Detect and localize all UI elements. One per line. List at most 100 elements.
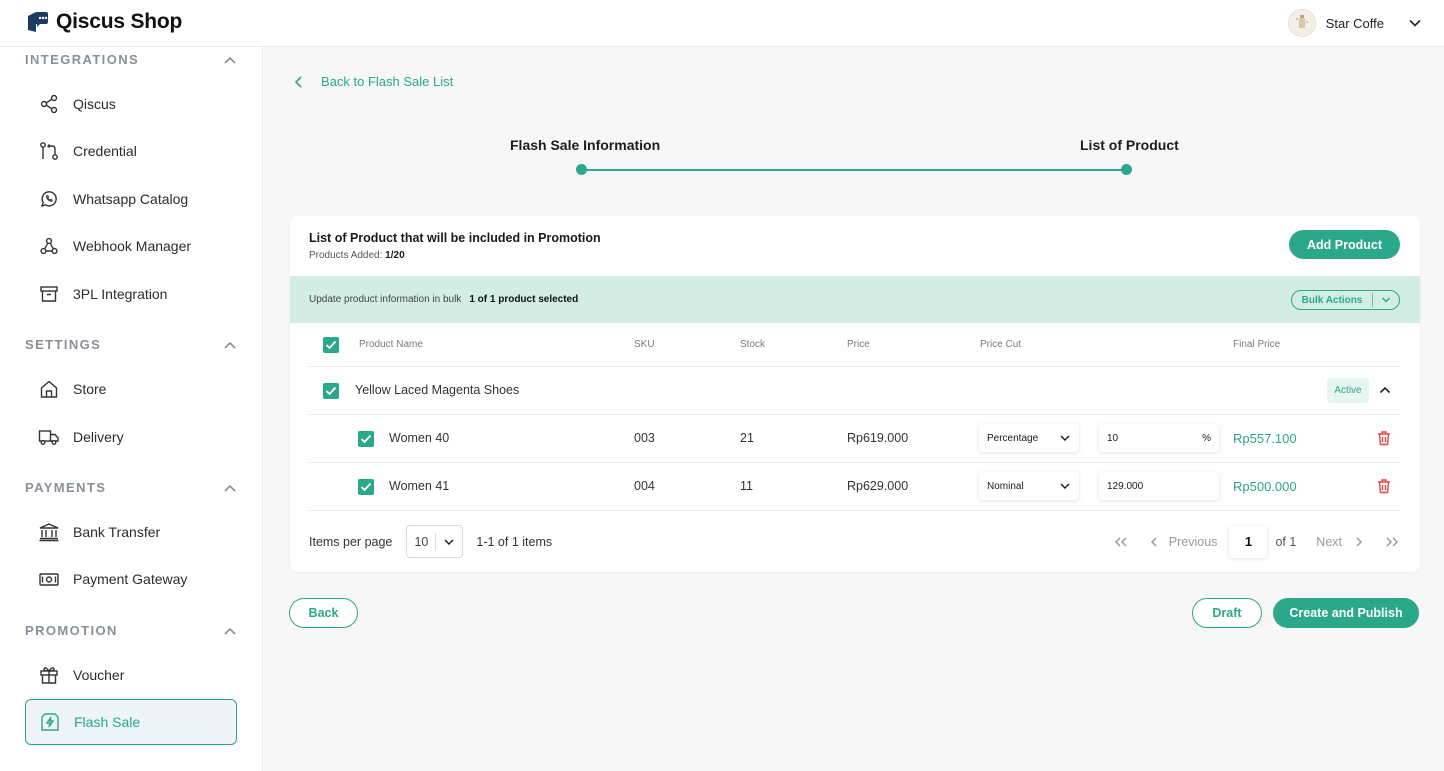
sidebar: INTEGRATIONS Qiscus Credential Whatsapp … — [0, 47, 263, 771]
divider — [309, 414, 1400, 415]
chevron-up-icon[interactable] — [223, 340, 237, 350]
products-added: Products Added: 1/20 — [309, 250, 405, 261]
variant-price: Rp619.000 — [847, 431, 909, 445]
variant-price: Rp629.000 — [847, 479, 909, 493]
pagination-left: Items per page 10 1-1 of 1 items — [309, 525, 552, 558]
price-cut-suffix: % — [1202, 432, 1211, 444]
variant-final-price: Rp557.100 — [1233, 431, 1297, 446]
chevron-left-icon — [1149, 536, 1159, 548]
chevron-down-icon — [1059, 434, 1071, 442]
brand-name: Qiscus Shop — [56, 10, 183, 33]
section-title: INTEGRATIONS — [25, 52, 140, 67]
step-dot — [1121, 164, 1132, 175]
sidebar-item-label: Voucher — [73, 667, 125, 683]
first-page-icon[interactable] — [1113, 536, 1129, 548]
section-payments[interactable]: PAYMENTS — [25, 480, 237, 495]
archive-box-icon — [38, 283, 60, 305]
section-title: PAYMENTS — [25, 480, 107, 495]
section-promotion[interactable]: PROMOTION — [25, 623, 237, 638]
trash-icon[interactable] — [1376, 430, 1392, 446]
variant-checkbox[interactable] — [358, 479, 374, 495]
sidebar-item-label: Qiscus — [73, 96, 116, 112]
chevron-down-icon — [1373, 296, 1399, 304]
sidebar-item-whatsapp-catalog[interactable]: Whatsapp Catalog — [25, 176, 237, 222]
back-to-list-link[interactable]: Back to Flash Sale List — [293, 74, 453, 89]
whatsapp-icon — [38, 188, 60, 210]
stepper-line — [581, 169, 1127, 171]
variant-name: Women 40 — [389, 431, 450, 445]
sidebar-item-label: Payment Gateway — [73, 571, 188, 587]
sidebar-item-label: Store — [73, 381, 107, 397]
chevron-down-icon[interactable] — [1408, 16, 1422, 30]
last-page-icon[interactable] — [1384, 536, 1400, 548]
variant-checkbox[interactable] — [358, 431, 374, 447]
section-settings[interactable]: SETTINGS — [25, 337, 237, 352]
section-integrations[interactable]: INTEGRATIONS — [25, 52, 237, 67]
top-bar: Qiscus Shop Star Coffe — [0, 0, 1444, 47]
variant-name: Women 41 — [389, 479, 450, 493]
chevron-up-icon[interactable] — [223, 626, 237, 636]
sidebar-item-label: Credential — [73, 143, 137, 159]
user-menu[interactable]: Star Coffe — [1287, 9, 1422, 37]
bulk-update-text: Update product information in bulk — [309, 294, 462, 305]
chevron-up-icon[interactable] — [1378, 384, 1392, 396]
sidebar-item-flash-sale[interactable]: Flash Sale — [25, 699, 237, 745]
price-cut-type-select[interactable]: Percentage — [979, 424, 1079, 452]
sidebar-item-label: 3PL Integration — [73, 286, 168, 302]
chevron-left-icon — [293, 75, 305, 89]
sidebar-item-delivery[interactable]: Delivery — [25, 414, 237, 460]
step-flash-sale-information[interactable]: Flash Sale Information — [510, 137, 660, 153]
sidebar-item-bank-transfer[interactable]: Bank Transfer — [25, 509, 237, 555]
banknote-icon — [38, 568, 60, 590]
chevron-up-icon[interactable] — [223, 483, 237, 493]
chevron-right-icon — [1354, 536, 1364, 548]
product-checkbox[interactable] — [323, 383, 339, 399]
divider — [309, 510, 1400, 511]
divider — [309, 366, 1400, 367]
price-cut-value-input[interactable]: 10 % — [1099, 424, 1219, 452]
add-product-button[interactable]: Add Product — [1289, 230, 1400, 259]
draft-button[interactable]: Draft — [1192, 598, 1262, 628]
select-all-checkbox[interactable] — [323, 337, 339, 353]
sidebar-item-qiscus[interactable]: Qiscus — [25, 81, 237, 127]
house-icon — [38, 378, 60, 400]
sidebar-item-label: Delivery — [73, 429, 124, 445]
sidebar-item-3pl-integration[interactable]: 3PL Integration — [25, 271, 237, 317]
next-page-button[interactable]: Next — [1316, 535, 1364, 549]
products-added-value: 1/20 — [385, 250, 405, 261]
gift-icon — [38, 664, 60, 686]
price-cut-type-select[interactable]: Nominal — [979, 472, 1079, 500]
chevron-down-icon — [1059, 482, 1071, 490]
items-range: 1-1 of 1 items — [476, 534, 553, 549]
share-icon — [38, 93, 60, 115]
sidebar-item-voucher[interactable]: Voucher — [25, 652, 237, 698]
sidebar-item-payment-gateway[interactable]: Payment Gateway — [25, 556, 237, 602]
sidebar-item-store[interactable]: Store — [25, 366, 237, 412]
variant-stock: 21 — [740, 431, 754, 445]
step-list-of-product[interactable]: List of Product — [1080, 137, 1179, 153]
trash-icon[interactable] — [1376, 478, 1392, 494]
price-cut-value-input[interactable]: 129.000 — [1099, 472, 1219, 500]
brand[interactable]: Qiscus Shop — [26, 10, 182, 34]
previous-page-button[interactable]: Previous — [1149, 535, 1217, 549]
bulk-actions-label: Bulk Actions — [1301, 294, 1363, 306]
chevron-up-icon[interactable] — [223, 55, 237, 65]
section-title: PROMOTION — [25, 623, 118, 638]
status-badge: Active — [1327, 378, 1369, 403]
items-per-page-select[interactable]: 10 — [406, 525, 464, 558]
pagination-right: Previous 1 of 1 Next — [1113, 525, 1400, 558]
card-title: List of Product that will be included in… — [309, 231, 601, 245]
create-and-publish-button[interactable]: Create and Publish — [1273, 598, 1419, 628]
key-branch-icon — [38, 140, 60, 162]
flash-sale-icon — [39, 711, 61, 733]
bulk-selected-count: 1 of 1 product selected — [469, 294, 579, 305]
back-button[interactable]: Back — [289, 598, 358, 628]
current-page-input[interactable]: 1 — [1229, 525, 1268, 558]
sidebar-item-credential[interactable]: Credential — [25, 128, 237, 174]
variant-sku: 003 — [634, 431, 655, 445]
bulk-actions-button[interactable]: Bulk Actions — [1291, 290, 1400, 310]
column-header-final-price: Final Price — [1233, 339, 1281, 350]
sidebar-item-webhook-manager[interactable]: Webhook Manager — [25, 223, 237, 269]
items-per-page-label: Items per page — [309, 534, 393, 549]
section-title: SETTINGS — [25, 337, 102, 352]
